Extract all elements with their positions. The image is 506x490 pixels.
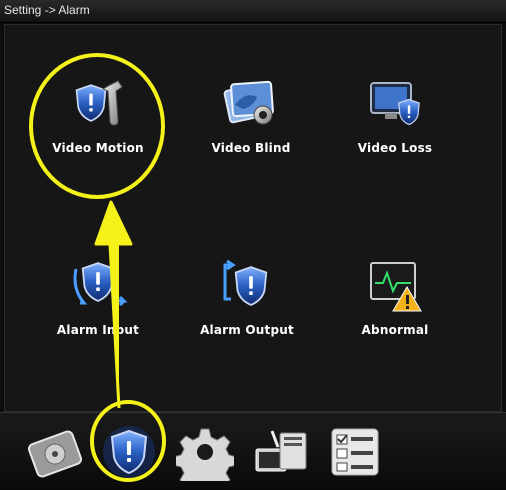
tile-label: Abnormal — [361, 323, 429, 337]
shield-input-icon — [73, 262, 128, 307]
tile-label: Video Blind — [211, 141, 291, 155]
tile-label: Video Loss — [357, 141, 433, 155]
video-blind-tile[interactable]: Video Blind — [181, 75, 321, 195]
checklist-icon[interactable] — [326, 423, 384, 481]
network-icon[interactable] — [252, 423, 310, 481]
window-title: Setting -> Alarm — [4, 3, 90, 17]
bottom-menu-bar — [0, 412, 506, 490]
camera-blind-icon — [223, 80, 274, 125]
gear-icon[interactable] — [176, 423, 234, 481]
monitor-shield-icon — [370, 82, 420, 126]
tile-label: Alarm Output — [200, 323, 294, 337]
hdd-icon[interactable] — [26, 423, 84, 481]
alarm-shield-icon[interactable] — [100, 423, 158, 481]
video-loss-tile[interactable]: Video Loss — [325, 75, 465, 195]
title-bar: Setting -> Alarm — [0, 0, 506, 23]
alarm-input-tile[interactable]: Alarm Input — [28, 257, 168, 377]
video-motion-tile[interactable]: Video Motion — [28, 75, 168, 195]
shield-wrench-icon — [75, 80, 123, 126]
abnormal-tile[interactable]: Abnormal — [325, 257, 465, 377]
tile-label: Alarm Input — [56, 323, 140, 337]
alarm-output-tile[interactable]: Alarm Output — [177, 257, 317, 377]
alarm-settings-panel: Video Motion Video Blind Video Loss Alar… — [4, 24, 502, 412]
shield-output-icon — [223, 259, 268, 306]
warning-monitor-icon — [370, 262, 422, 312]
tile-label: Video Motion — [52, 141, 144, 155]
